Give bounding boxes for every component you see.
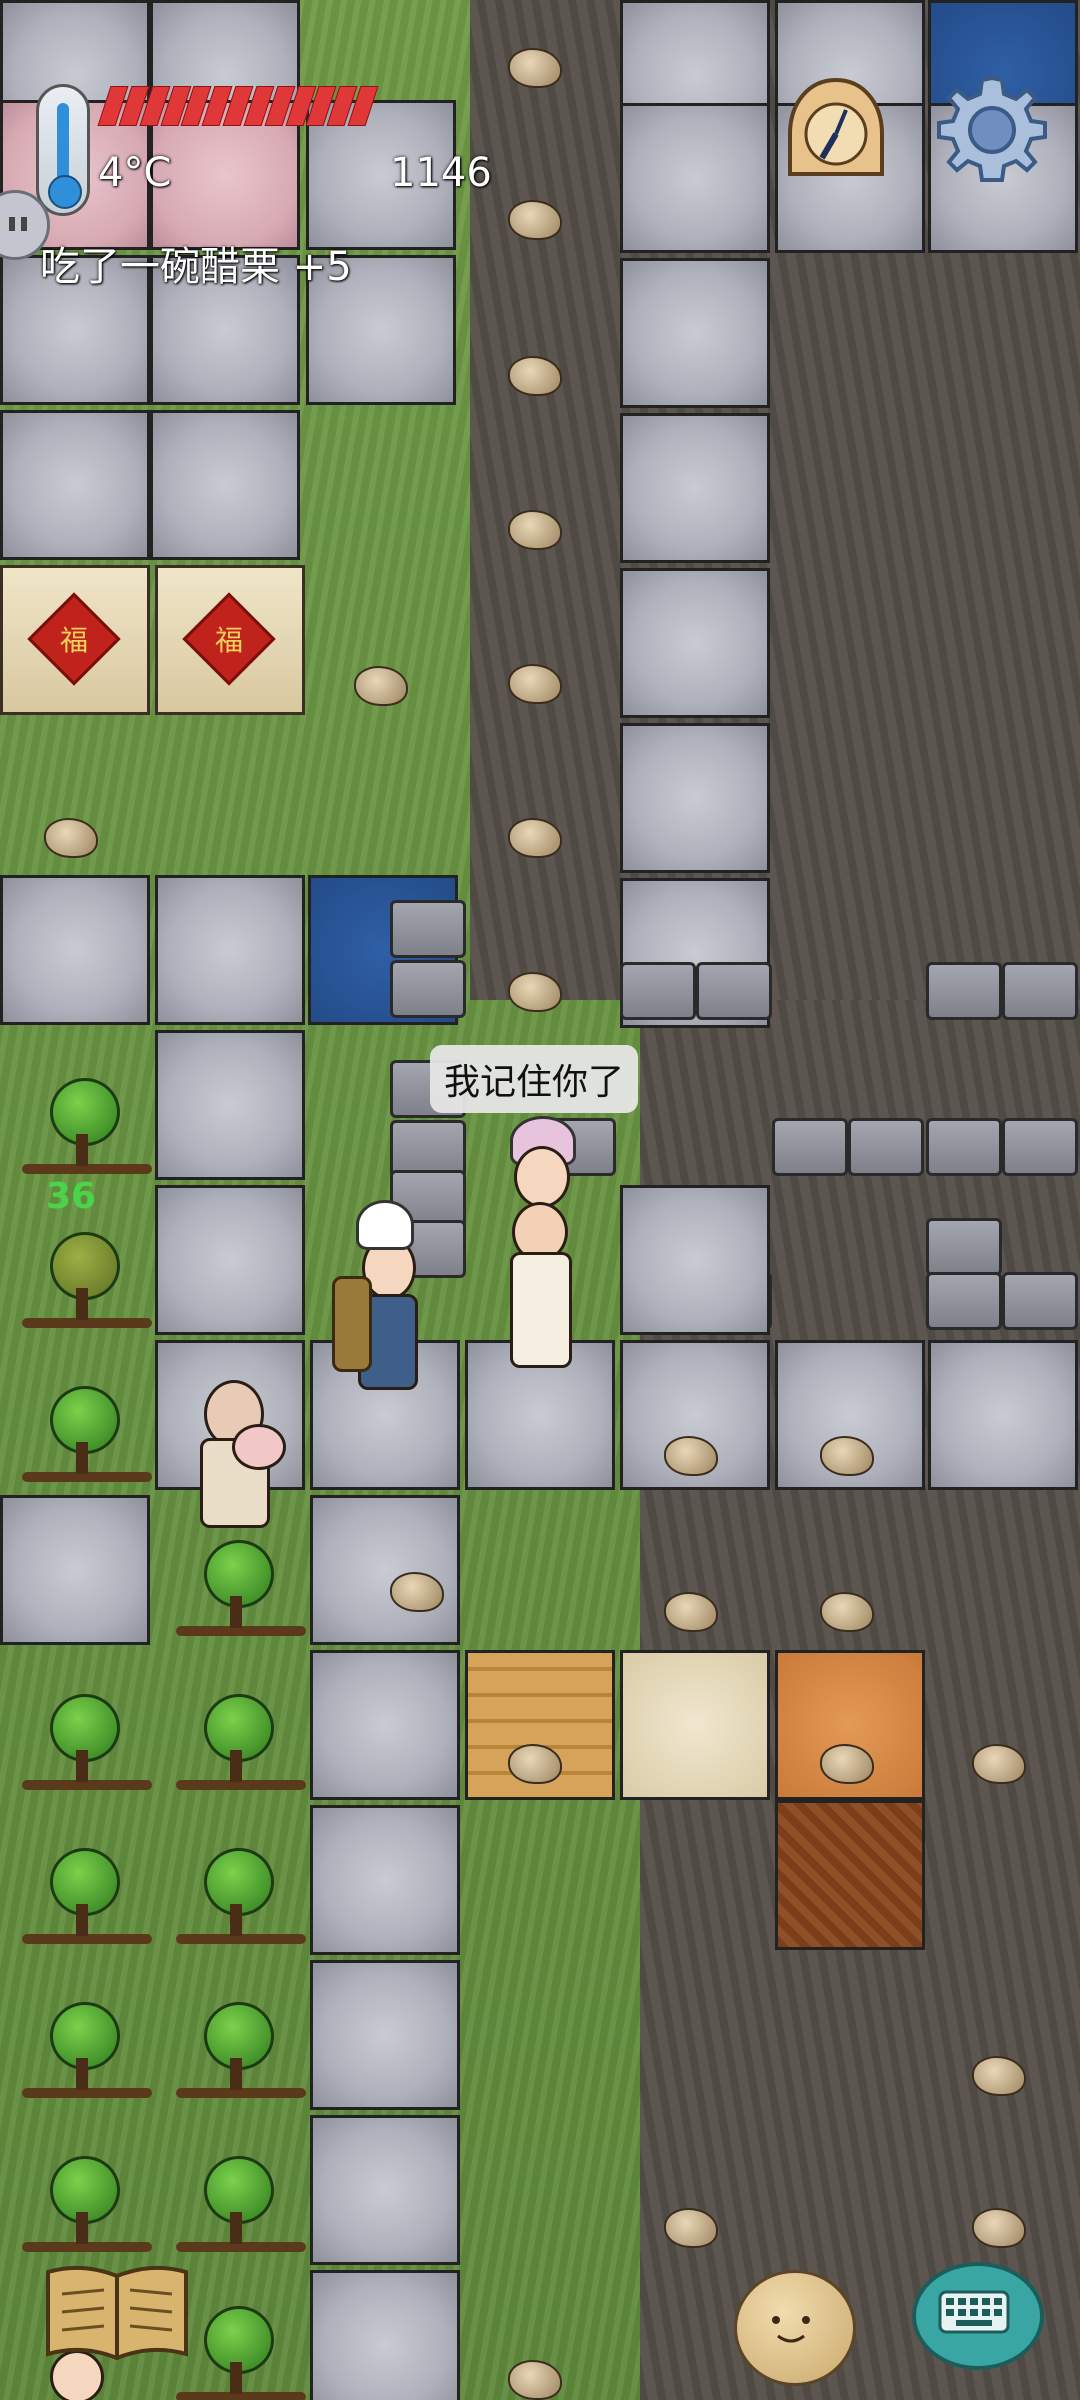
floor-tile bbox=[620, 568, 770, 718]
keyboard-icon[interactable] bbox=[912, 2262, 1044, 2370]
tree[interactable] bbox=[22, 1694, 152, 1794]
rock-item[interactable] bbox=[664, 2208, 718, 2248]
tree[interactable] bbox=[22, 1848, 152, 1948]
player-chef[interactable] bbox=[332, 1200, 430, 1430]
hunger-bar bbox=[97, 86, 379, 126]
rock-item[interactable] bbox=[972, 1744, 1026, 1784]
mother-with-baby[interactable] bbox=[190, 1380, 290, 1530]
stone-wall bbox=[620, 962, 696, 1020]
thermometer-icon bbox=[36, 84, 90, 216]
floor-tile bbox=[0, 1495, 150, 1645]
floor-tile bbox=[310, 1650, 460, 1800]
floor-tile bbox=[155, 875, 305, 1025]
tree[interactable] bbox=[22, 1232, 152, 1332]
tree[interactable] bbox=[176, 1540, 306, 1640]
villager-girl[interactable] bbox=[500, 1116, 580, 1368]
floor-tile bbox=[620, 103, 770, 253]
stone-wall bbox=[1002, 1272, 1078, 1330]
floor-tile bbox=[620, 413, 770, 563]
stone-wall bbox=[696, 962, 772, 1020]
stone-wall bbox=[926, 1272, 1002, 1330]
tree[interactable] bbox=[176, 2002, 306, 2102]
floor-tile bbox=[620, 1185, 770, 1335]
tree[interactable] bbox=[22, 2156, 152, 2256]
tree[interactable] bbox=[22, 1078, 152, 1178]
rock-item[interactable] bbox=[508, 972, 562, 1012]
plaster-tile bbox=[620, 1650, 770, 1800]
floating-number: 36 bbox=[46, 1176, 97, 1217]
floor-tile bbox=[620, 723, 770, 873]
temperature-label: 4°C bbox=[98, 150, 172, 196]
floor-tile bbox=[310, 1960, 460, 2110]
tree[interactable] bbox=[176, 2156, 306, 2256]
floor-tile bbox=[150, 410, 300, 560]
tree[interactable] bbox=[22, 2002, 152, 2102]
tree[interactable] bbox=[176, 1848, 306, 1948]
rock-item[interactable] bbox=[508, 664, 562, 704]
rock-item[interactable] bbox=[390, 1572, 444, 1612]
emote-icon[interactable] bbox=[734, 2270, 856, 2386]
fu-crate[interactable]: 福 bbox=[155, 565, 305, 715]
rock-item[interactable] bbox=[508, 818, 562, 858]
clock-icon[interactable] bbox=[784, 74, 888, 184]
rock-item[interactable] bbox=[972, 2056, 1026, 2096]
stone-wall bbox=[926, 1118, 1002, 1176]
fu-sign: 福 bbox=[27, 592, 121, 686]
game-world[interactable]: 福 福 我记住你了 36 bbox=[0, 0, 1080, 2400]
stone-wall bbox=[1002, 1118, 1078, 1176]
book-icon[interactable] bbox=[42, 2262, 192, 2362]
rock-item[interactable] bbox=[820, 1744, 874, 1784]
stone-wall bbox=[390, 960, 466, 1018]
rock-item[interactable] bbox=[44, 818, 98, 858]
stone-wall bbox=[1002, 962, 1078, 1020]
rock-item[interactable] bbox=[354, 666, 408, 706]
floor-tile bbox=[310, 2270, 460, 2400]
floor-tile bbox=[155, 1185, 305, 1335]
stone-wall bbox=[390, 900, 466, 958]
rock-item[interactable] bbox=[664, 1436, 718, 1476]
rock-item[interactable] bbox=[508, 200, 562, 240]
rock-item[interactable] bbox=[508, 1744, 562, 1784]
rock-item[interactable] bbox=[508, 510, 562, 550]
rock-item[interactable] bbox=[972, 2208, 1026, 2248]
floor-tile bbox=[620, 258, 770, 408]
floor-tile bbox=[155, 1030, 305, 1180]
stone-wall bbox=[926, 962, 1002, 1020]
stone-wall bbox=[772, 1118, 848, 1176]
score-value: 1146 bbox=[390, 150, 492, 196]
rock-item[interactable] bbox=[508, 356, 562, 396]
floor-tile bbox=[0, 410, 150, 560]
tree[interactable] bbox=[176, 2306, 306, 2400]
gear-icon[interactable] bbox=[932, 70, 1052, 190]
fu-crate[interactable]: 福 bbox=[0, 565, 150, 715]
stone-wall bbox=[926, 1218, 1002, 1276]
tree[interactable] bbox=[22, 1386, 152, 1486]
floor-tile bbox=[310, 1805, 460, 1955]
rock-item[interactable] bbox=[820, 1592, 874, 1632]
floor-tile bbox=[310, 2115, 460, 2265]
tree[interactable] bbox=[176, 1694, 306, 1794]
fu-sign: 福 bbox=[182, 592, 276, 686]
floor-tile bbox=[0, 875, 150, 1025]
floor-tile bbox=[310, 1495, 460, 1645]
wooden-crate[interactable] bbox=[775, 1800, 925, 1950]
rock-item[interactable] bbox=[508, 48, 562, 88]
stone-wall bbox=[848, 1118, 924, 1176]
floor-tile bbox=[928, 1340, 1078, 1490]
status-message: 吃了一碗醋栗 +5 bbox=[40, 244, 352, 290]
rock-item[interactable] bbox=[664, 1592, 718, 1632]
rock-item[interactable] bbox=[820, 1436, 874, 1476]
rock-item[interactable] bbox=[508, 2360, 562, 2400]
speech-bubble: 我记住你了 bbox=[430, 1045, 639, 1113]
